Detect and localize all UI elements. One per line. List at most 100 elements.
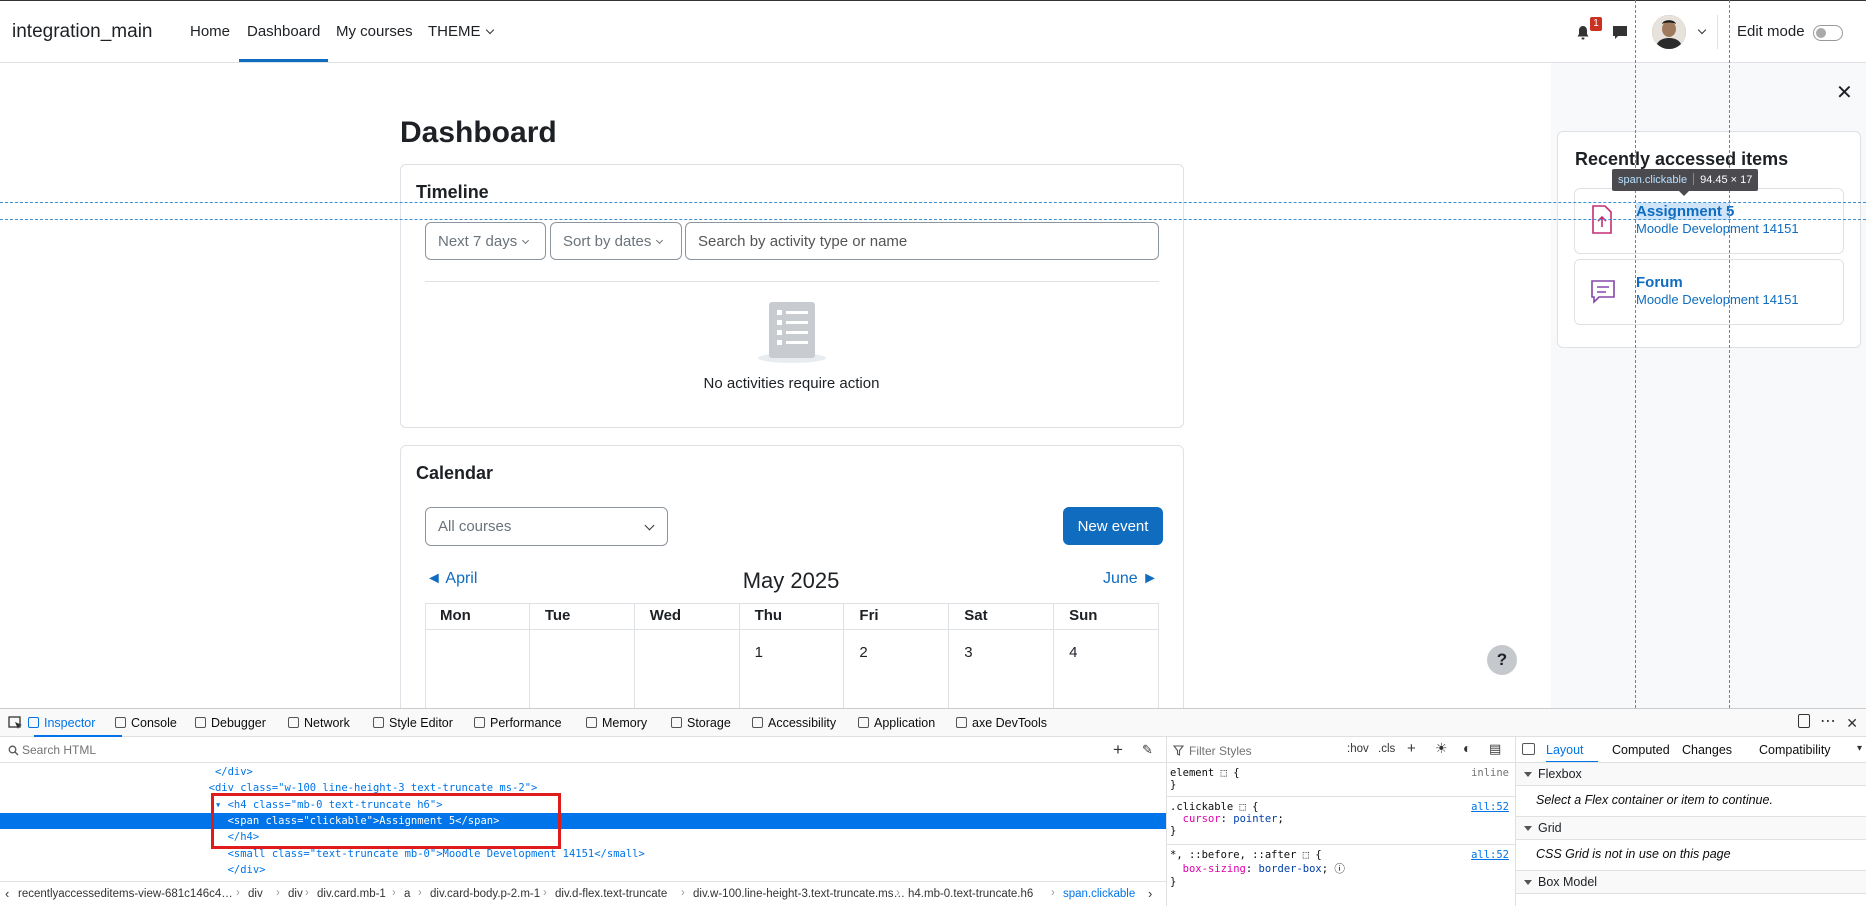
markup-node[interactable]: <div class="w-100 line-height-3 text-tru…: [0, 780, 1166, 796]
devtools-tab-accessibility[interactable]: Accessibility: [752, 716, 836, 730]
rule-value[interactable]: pointer: [1233, 813, 1277, 825]
devtools-tab-style-editor[interactable]: Style Editor: [373, 716, 453, 730]
nav-dashboard[interactable]: Dashboard: [247, 23, 320, 40]
devtools-tab-axe-devtools[interactable]: axe DevTools: [956, 716, 1047, 730]
breadcrumb-scroll-right-icon[interactable]: ›: [1148, 886, 1152, 901]
rule-source-link[interactable]: all:52: [1471, 849, 1509, 861]
calendar-day-cell[interactable]: [425, 630, 530, 710]
recent-item-course[interactable]: Moodle Development 14151: [1636, 221, 1799, 236]
breadcrumb-item[interactable]: a: [404, 888, 410, 900]
devtools-tab-memory[interactable]: Memory: [586, 716, 647, 730]
breadcrumb-item[interactable]: div.card-body.p-2.m-1: [430, 888, 540, 900]
dark-scheme-icon[interactable]: ◐: [1463, 740, 1471, 756]
sidebar-tab-computed[interactable]: Computed: [1612, 743, 1670, 757]
devtools-tab-label: Network: [304, 716, 350, 730]
calendar-day-cell[interactable]: 3: [949, 630, 1055, 710]
devtools-tab-inspector[interactable]: Inspector: [28, 716, 95, 730]
devtools-tab-console[interactable]: Console: [115, 716, 177, 730]
recent-item-name[interactable]: Forum: [1636, 274, 1683, 291]
sidebar-tab-compatibility[interactable]: Compatibility: [1759, 743, 1831, 757]
rule-source-link[interactable]: all:52: [1471, 801, 1509, 813]
clickable-rule[interactable]: .clickable ⬚ { cursor: pointer; }: [1170, 801, 1284, 837]
breadcrumb-separator: ›: [1051, 887, 1055, 899]
eyedropper-icon[interactable]: ✎: [1142, 742, 1153, 758]
html-search-input[interactable]: Search HTML: [22, 743, 96, 757]
site-brand[interactable]: integration_main: [12, 21, 152, 43]
sidebar-tab-layout[interactable]: Layout: [1546, 743, 1584, 757]
breadcrumb-item[interactable]: h4.mb-0.text-truncate.h6: [908, 888, 1033, 900]
help-button[interactable]: ?: [1487, 645, 1517, 675]
classes-button[interactable]: .cls: [1378, 743, 1395, 755]
add-rule-icon[interactable]: +: [1407, 740, 1416, 757]
markup-node-selected[interactable]: <span class="clickable">Assignment 5</sp…: [0, 812, 1166, 829]
prev-month-link[interactable]: ◄ April: [426, 570, 477, 588]
breadcrumb-item[interactable]: div: [248, 888, 263, 900]
calendar-course-select[interactable]: All courses: [425, 507, 668, 546]
timeline-sort-select[interactable]: Sort by dates: [550, 222, 682, 260]
hover-states-button[interactable]: :hov: [1347, 743, 1369, 755]
box-model-section-header[interactable]: Box Model: [1516, 870, 1866, 894]
toggle-sidebar-icon[interactable]: [1522, 743, 1535, 755]
breadcrumb-scroll-left-icon[interactable]: ‹: [5, 886, 9, 901]
new-event-button[interactable]: New event: [1063, 507, 1163, 545]
rule-value[interactable]: border-box: [1259, 863, 1322, 875]
user-menu-chevron-icon[interactable]: [1697, 25, 1707, 35]
markup-node[interactable]: </h4>: [0, 829, 1166, 845]
flexbox-section-header[interactable]: Flexbox: [1516, 762, 1866, 786]
calendar-day-cell[interactable]: 1: [740, 630, 845, 710]
breadcrumb-item[interactable]: div.d-flex.text-truncate: [555, 888, 667, 900]
nav-theme-menu[interactable]: THEME: [428, 23, 494, 40]
add-node-icon[interactable]: +: [1113, 740, 1123, 760]
devtools-tab-label: Performance: [490, 716, 562, 730]
rule-property[interactable]: box-sizing: [1183, 863, 1246, 875]
user-avatar[interactable]: [1652, 15, 1686, 49]
markup-node[interactable]: </div>: [0, 764, 1166, 780]
markup-node[interactable]: <small class="text-truncate mb-0">Moodle…: [0, 846, 1166, 862]
calendar-day-cell[interactable]: 2: [844, 630, 950, 710]
timeline-day-filter[interactable]: Next 7 days: [425, 222, 546, 260]
close-drawer-icon[interactable]: ✕: [1836, 80, 1853, 105]
devtools-tab-performance[interactable]: Performance: [474, 716, 562, 730]
accessibility-icon: [752, 717, 763, 728]
devtools-tab-label: Application: [874, 716, 936, 730]
breadcrumb-item[interactable]: span.clickable: [1063, 888, 1135, 900]
breadcrumb-item[interactable]: div.w-100.line-height-3.text-truncate.ms…: [693, 888, 905, 900]
calendar-day-cell[interactable]: [530, 630, 635, 710]
filter-styles-input[interactable]: Filter Styles: [1189, 744, 1252, 758]
edit-mode-label: Edit mode: [1737, 23, 1805, 40]
print-media-icon[interactable]: ▤: [1489, 741, 1501, 757]
message-icon[interactable]: [1612, 25, 1628, 40]
nav-my-courses[interactable]: My courses: [336, 23, 413, 40]
devtools-tab-debugger[interactable]: Debugger: [195, 716, 266, 730]
markup-node[interactable]: </div>: [0, 862, 1166, 878]
element-picker-icon[interactable]: [8, 716, 23, 730]
breadcrumb-item[interactable]: div.card.mb-1: [317, 888, 386, 900]
bell-icon[interactable]: [1576, 25, 1590, 41]
breadcrumb-item[interactable]: div: [288, 888, 303, 900]
breadcrumb-item[interactable]: recentlyaccesseditems-view-681c146c4…: [18, 888, 233, 900]
timeline-search-input[interactable]: [685, 222, 1159, 260]
more-options-icon[interactable]: ⋯: [1820, 711, 1836, 731]
light-scheme-icon[interactable]: ☀: [1435, 740, 1448, 757]
close-devtools-icon[interactable]: ✕: [1846, 715, 1858, 732]
calendar-weekday-header: Mon: [425, 603, 530, 629]
nav-home[interactable]: Home: [190, 23, 230, 40]
tabs-overflow-icon[interactable]: ▾: [1857, 743, 1862, 754]
devtools-tab-network[interactable]: Network: [288, 716, 350, 730]
devtools-tab-application[interactable]: Application: [858, 716, 935, 730]
grid-section-header[interactable]: Grid: [1516, 816, 1866, 840]
next-month-link[interactable]: June ►: [1103, 570, 1158, 588]
markup-node[interactable]: ▾ <h4 class="mb-0 text-truncate h6">: [0, 797, 1166, 813]
rule-property[interactable]: cursor: [1183, 813, 1221, 825]
calendar-day-cell[interactable]: 4: [1054, 630, 1159, 710]
recent-item-name[interactable]: Assignment 5: [1636, 203, 1734, 220]
calendar-course-label: All courses: [438, 518, 512, 535]
edit-mode-toggle[interactable]: [1813, 25, 1843, 41]
calendar-day-cell[interactable]: [635, 630, 740, 710]
sidebar-tab-changes[interactable]: Changes: [1682, 743, 1732, 757]
devtools-tab-storage[interactable]: Storage: [671, 716, 731, 730]
dock-side-icon[interactable]: [1798, 714, 1810, 728]
recent-item-course[interactable]: Moodle Development 14151: [1636, 292, 1799, 307]
universal-rule[interactable]: *, ::before, ::after ⬚ { box-sizing: bor…: [1170, 849, 1345, 888]
